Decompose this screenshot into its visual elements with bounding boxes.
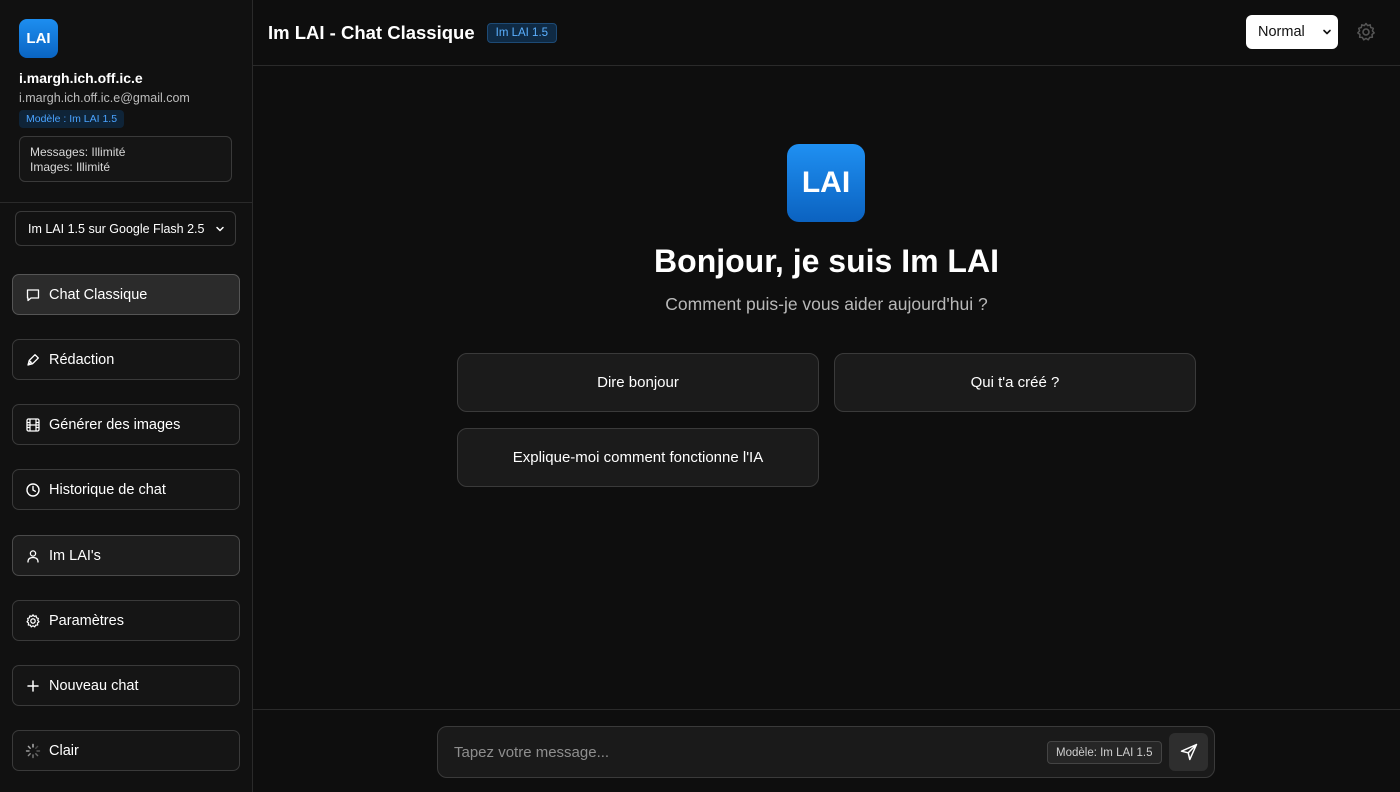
mode-select-value: Normal	[1258, 24, 1305, 40]
greeting-title: Bonjour, je suis Im LAI	[654, 243, 999, 279]
sidebar-item-label: Paramètres	[49, 612, 124, 629]
quota-images: Images: Illimité	[30, 160, 111, 174]
user-name: i.margh.ich.off.ic.e	[19, 70, 143, 86]
plus-icon	[27, 679, 39, 692]
suggestion-qui-ta-cree[interactable]: Qui t'a créé ?	[834, 353, 1196, 412]
send-icon	[1180, 743, 1197, 761]
sidebar-item-label: Chat Classique	[49, 286, 148, 303]
model-badge: Modèle : Im LAI 1.5	[19, 110, 125, 128]
chat-icon	[26, 288, 40, 301]
composer-bar: Modèle: Im LAI 1.5	[253, 709, 1400, 792]
user-panel: LAI i.margh.ich.off.ic.e i.margh.ich.off…	[0, 0, 252, 203]
settings-gear-icon[interactable]	[1355, 21, 1377, 43]
sidebar-item-label: Nouveau chat	[49, 677, 139, 694]
sidebar-item-redaction[interactable]: Rédaction	[12, 339, 240, 380]
loader-icon	[25, 743, 41, 758]
sidebar-item-generer-images[interactable]: Générer des images	[12, 404, 240, 445]
header: Im LAI - Chat Classique Im LAI 1.5 Norma…	[253, 0, 1400, 66]
model-version-badge: Im LAI 1.5	[486, 22, 558, 43]
sidebar-item-label: Rédaction	[49, 351, 115, 368]
hero-logo: LAI	[787, 144, 865, 222]
sidebar-item-chat-classique[interactable]: Chat Classique	[12, 274, 240, 315]
send-button[interactable]	[1169, 733, 1208, 771]
quota-messages: Messages: Illimité	[30, 145, 126, 159]
suggestion-dire-bonjour[interactable]: Dire bonjour	[457, 353, 819, 412]
message-input[interactable]	[438, 727, 1038, 777]
composer-model-tag: Modèle: Im LAI 1.5	[1047, 741, 1162, 764]
suggestion-explique-ia[interactable]: Explique-moi comment fonctionne l'IA	[457, 428, 819, 487]
pen-icon	[27, 353, 39, 366]
sidebar-item-parametres[interactable]: Paramètres	[12, 600, 240, 641]
sidebar: LAI i.margh.ich.off.ic.e i.margh.ich.off…	[0, 0, 253, 792]
user-email: i.margh.ich.off.ic.e@gmail.com	[19, 91, 190, 105]
sidebar-item-nouveau-chat[interactable]: Nouveau chat	[12, 665, 240, 706]
sidebar-item-clair[interactable]: Clair	[12, 730, 240, 771]
chevron-down-icon	[1323, 29, 1331, 35]
sidebar-item-historique[interactable]: Historique de chat	[12, 469, 240, 510]
quota-box: Messages: Illimité Images: Illimité	[19, 136, 232, 182]
sidebar-item-label: Générer des images	[49, 416, 181, 433]
mode-select[interactable]: Normal	[1246, 15, 1338, 49]
greeting-subtitle: Comment puis-je vous aider aujourd'hui ?	[665, 294, 988, 314]
gear-icon	[26, 613, 40, 627]
sidebar-item-label: Historique de chat	[49, 481, 166, 498]
clock-icon	[26, 482, 40, 497]
chevron-down-icon	[216, 226, 224, 231]
film-icon	[26, 417, 40, 432]
sidebar-item-im-lais[interactable]: Im LAI's	[12, 535, 240, 576]
model-select-value: Im LAI 1.5 sur Google Flash 2.5	[28, 221, 205, 236]
main-area: Im LAI - Chat Classique Im LAI 1.5 Norma…	[253, 0, 1400, 792]
app-logo: LAI	[19, 19, 58, 58]
app-root: LAI i.margh.ich.off.ic.e i.margh.ich.off…	[0, 0, 1400, 792]
sidebar-item-label: Im LAI's	[49, 547, 101, 564]
composer: Modèle: Im LAI 1.5	[437, 726, 1215, 778]
user-icon	[27, 549, 39, 563]
model-select[interactable]: Im LAI 1.5 sur Google Flash 2.5	[15, 211, 236, 246]
page-title: Im LAI - Chat Classique	[268, 21, 475, 43]
sidebar-item-label: Clair	[49, 742, 79, 759]
